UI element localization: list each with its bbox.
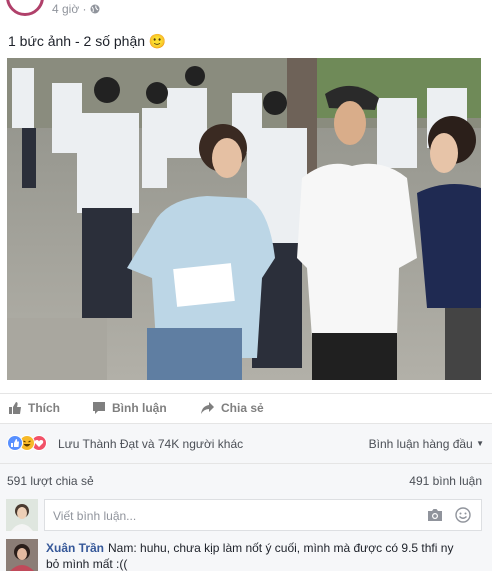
photo-illustration [7, 58, 481, 380]
comment-button[interactable]: Bình luận [92, 401, 167, 415]
reactions-text[interactable]: Lưu Thành Đạt và 74K người khác [58, 437, 243, 451]
page-avatar[interactable] [6, 0, 44, 16]
comment-composer: Viết bình luận... [0, 495, 492, 535]
share-label: Chia sẻ [221, 401, 264, 415]
post-actions-bar: Thích Bình luận Chia sẻ [0, 393, 492, 423]
shares-count[interactable]: 591 lượt chia sẻ [7, 474, 94, 488]
commenter-name[interactable]: Xuân Trần [46, 541, 104, 555]
current-user-avatar[interactable] [6, 499, 38, 531]
comment-sort-dropdown[interactable]: Bình luận hàng đầu ▼ [369, 437, 484, 451]
reactions-summary: Lưu Thành Đạt và 74K người khác Bình luậ… [0, 423, 492, 463]
post-photo[interactable] [7, 58, 481, 380]
like-button[interactable]: Thích [8, 401, 60, 415]
smile-emoji: 🙂 [148, 33, 167, 49]
like-label: Thích [28, 401, 60, 415]
emoji-icon[interactable] [455, 507, 471, 523]
caption-text: 1 bức ảnh - 2 số phận [8, 33, 149, 49]
engagement-counts: 591 lượt chia sẻ 491 bình luận [0, 463, 492, 495]
commenter-avatar[interactable] [6, 539, 38, 571]
like-icon [7, 435, 23, 451]
comments-count[interactable]: 491 bình luận [409, 474, 482, 488]
thumbs-up-icon [9, 402, 21, 414]
globe-icon [90, 4, 100, 14]
post-caption: 1 bức ảnh - 2 số phận 🙂 [8, 33, 166, 50]
timestamp-text[interactable]: 4 giờ · [52, 2, 90, 16]
share-icon [201, 402, 214, 414]
comment-body: Xuân Trần Nam: huhu, chưa kịp làm nốt ý c… [46, 540, 466, 571]
share-button[interactable]: Chia sẻ [200, 401, 264, 415]
camera-icon[interactable] [427, 508, 443, 522]
post-timestamp[interactable]: 4 giờ · [52, 2, 100, 16]
comment-text: Nam: huhu, chưa kịp làm nốt ý cuối, mình… [46, 541, 454, 571]
comment-input[interactable]: Viết bình luận... [44, 499, 482, 531]
sort-label: Bình luận hàng đầu [368, 437, 473, 451]
comment-icon [93, 402, 105, 414]
reaction-icons[interactable] [7, 435, 55, 453]
post-header: 4 giờ · [0, 0, 492, 22]
comment-placeholder: Viết bình luận... [53, 509, 137, 523]
comment-item: Xuân Trần Nam: huhu, chưa kịp làm nốt ý c… [0, 535, 492, 571]
comment-label: Bình luận [112, 401, 167, 415]
caret-down-icon: ▼ [476, 439, 484, 448]
